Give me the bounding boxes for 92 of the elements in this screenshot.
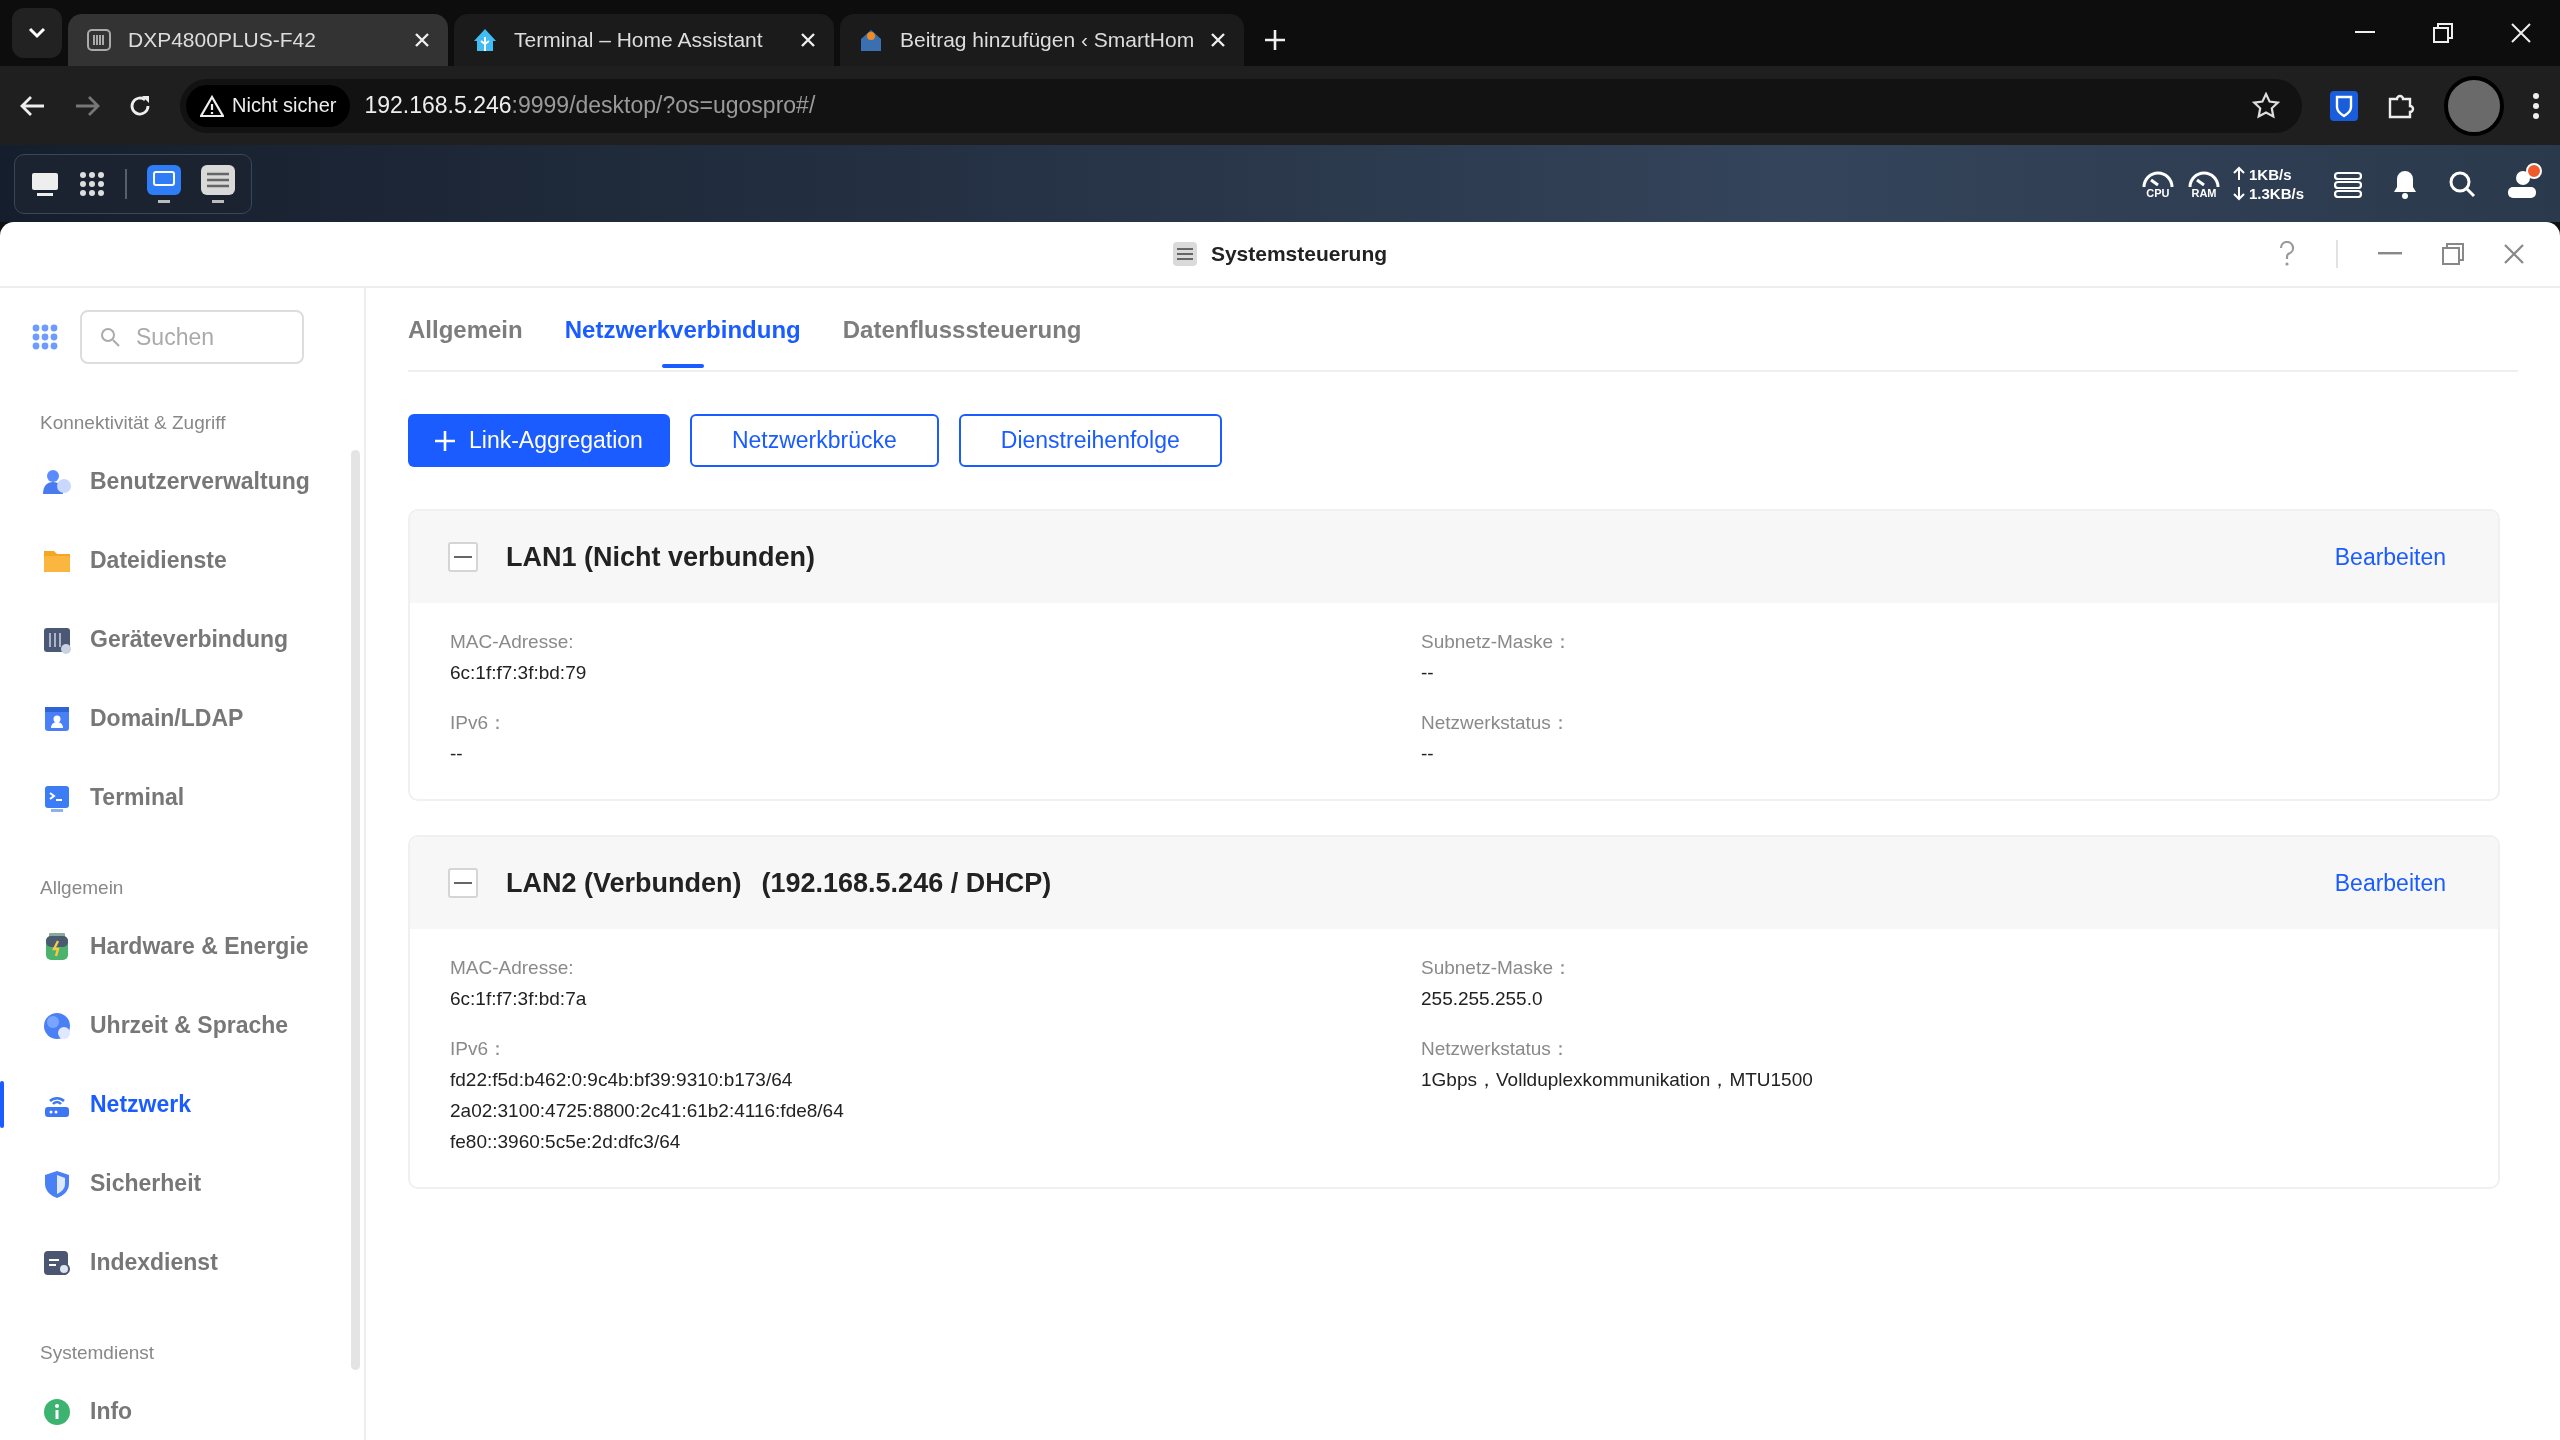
sidebar-item[interactable]: Info: [0, 1372, 364, 1440]
field-value: 255.255.255.0: [1421, 987, 1544, 1011]
field-value: --: [1421, 742, 1435, 766]
edit-link[interactable]: Bearbeiten: [2334, 869, 2446, 897]
back-icon[interactable]: [20, 94, 46, 117]
forward-icon[interactable]: [74, 94, 100, 117]
group-title: Allgemein: [39, 876, 125, 899]
search-icon: [100, 327, 120, 347]
interface-title: LAN1 (Nicht verbunden): [506, 541, 815, 573]
download-arrow-icon: [2232, 185, 2245, 201]
group-title: Systemdienst: [39, 1341, 156, 1364]
field-value: 1Gbps，Vollduplexkommunikation，MTU1500: [1421, 1068, 1814, 1092]
bell-icon[interactable]: [2392, 168, 2418, 199]
collapse-toggle[interactable]: [448, 868, 478, 898]
upload-speed: 1KB/s: [2248, 164, 2292, 184]
field-value: 6c:1f:f7:3f:bd:79: [450, 661, 588, 685]
sidebar-item[interactable]: Domain/LDAP: [0, 679, 364, 758]
sidebar-item[interactable]: Sicherheit: [0, 1144, 364, 1223]
sidebar-item[interactable]: Geräteverbindung: [0, 600, 364, 679]
sidebar-item[interactable]: Netzwerk: [0, 1065, 364, 1144]
house-icon: [472, 27, 498, 53]
sidebar-item[interactable]: Hardware & Energie: [0, 907, 364, 986]
star-icon[interactable]: [2252, 91, 2280, 120]
task-list-icon[interactable]: [2334, 169, 2362, 198]
field-label: Netzwerkstatus：: [1421, 1037, 1571, 1061]
field-value: 6c:1f:f7:3f:bd:7a: [450, 987, 588, 1011]
more-icon[interactable]: [2532, 91, 2540, 120]
address-bar[interactable]: Nicht sicher 192.168.5.246:9999/desktop/?os=ugospro#/: [180, 78, 2302, 133]
minus-icon: [454, 882, 472, 884]
server-icon: [86, 27, 112, 53]
field-label: IPv6：: [450, 711, 509, 735]
scrollbar[interactable]: [351, 450, 360, 1370]
field-label: Subnetz-Maske：: [1421, 630, 1573, 654]
sidebar-item[interactable]: Indexdienst: [0, 1223, 364, 1302]
interface-address: (192.168.5.246 / DHCP): [761, 867, 1052, 899]
field-label: MAC-Adresse:: [450, 630, 575, 654]
field-label: MAC-Adresse:: [450, 956, 575, 980]
action-button[interactable]: Dienstreihenfolge: [958, 414, 1222, 467]
field-value: 2a02:3100:4725:8800:2c41:61b2:4116:fde8/64: [450, 1099, 845, 1123]
edit-link[interactable]: Bearbeiten: [2334, 543, 2446, 571]
collapse-toggle[interactable]: [448, 542, 478, 572]
sidebar-item[interactable]: Dateidienste: [0, 521, 364, 600]
app-grid-icon[interactable]: [79, 170, 105, 197]
url-text: 192.168.5.246:9999/desktop/?os=ugospro#/: [364, 92, 816, 119]
tab[interactable]: Netzwerkverbindung: [564, 316, 801, 370]
group-title: Konnektivität & Zugriff: [39, 411, 227, 434]
monitor-icon[interactable]: [31, 171, 59, 196]
control-panel-app-icon[interactable]: [201, 164, 235, 203]
field-value: fd22:f5d:b462:0:9c4b:bf39:9310:b173/64: [450, 1068, 794, 1092]
window-title: Systemsteuerung: [1210, 242, 1388, 266]
sidebar-item[interactable]: Terminal: [0, 758, 364, 837]
shield-icon: [42, 1168, 72, 1199]
vm-app-icon[interactable]: [147, 164, 181, 203]
reload-icon[interactable]: [128, 93, 152, 118]
field-value: fe80::3960:5c5e:2d:dfc3/64: [450, 1130, 682, 1154]
house-icon: [858, 27, 884, 53]
globe-icon: [42, 1010, 72, 1041]
cpu-gauge[interactable]: CPU: [2140, 168, 2175, 199]
field-label: IPv6：: [450, 1037, 509, 1061]
plus-icon: [435, 430, 455, 451]
browser-tab[interactable]: Beitrag hinzufügen ‹ SmartHom: [840, 14, 1245, 66]
field-value: --: [1421, 661, 1435, 685]
field-label: Netzwerkstatus：: [1421, 711, 1571, 735]
tab-list-button[interactable]: [12, 8, 62, 58]
security-chip[interactable]: Nicht sicher: [186, 84, 351, 127]
warning-icon: [200, 94, 224, 117]
new-tab-icon[interactable]: [1264, 29, 1287, 51]
sidebar-item[interactable]: Uhrzeit & Sprache: [0, 986, 364, 1065]
minus-icon: [454, 556, 472, 558]
field-label: Subnetz-Maske：: [1421, 956, 1573, 980]
control-panel-icon: [1172, 242, 1197, 266]
shield-icon[interactable]: [2330, 90, 2358, 121]
add-button[interactable]: Link-Aggregation: [408, 414, 670, 467]
download-speed: 1.3KB/s: [2248, 183, 2304, 203]
browser-tab[interactable]: Terminal – Home Assistant: [454, 14, 834, 66]
tab[interactable]: Datenflusssteuerung: [842, 316, 1082, 370]
upload-arrow-icon: [2232, 166, 2245, 182]
search-field[interactable]: Suchen: [80, 310, 304, 364]
help-icon[interactable]: [2278, 241, 2296, 267]
browser-tab[interactable]: DXP4800PLUS-F42: [68, 14, 448, 66]
tab[interactable]: Allgemein: [408, 316, 523, 370]
user-icon[interactable]: [2506, 168, 2536, 199]
minimize-icon[interactable]: [2355, 31, 2375, 35]
caret-icon: [28, 27, 46, 39]
restore-icon[interactable]: [2433, 23, 2453, 43]
info-icon: [42, 1396, 72, 1427]
field-value: --: [450, 742, 464, 766]
search-icon[interactable]: [2448, 169, 2476, 198]
interface-title: LAN2 (Verbunden): [506, 867, 742, 899]
sidebar-item[interactable]: Benutzerverwaltung: [0, 442, 364, 521]
action-button[interactable]: Netzwerkbrücke: [689, 414, 939, 467]
ram-gauge[interactable]: RAM: [2186, 168, 2221, 199]
